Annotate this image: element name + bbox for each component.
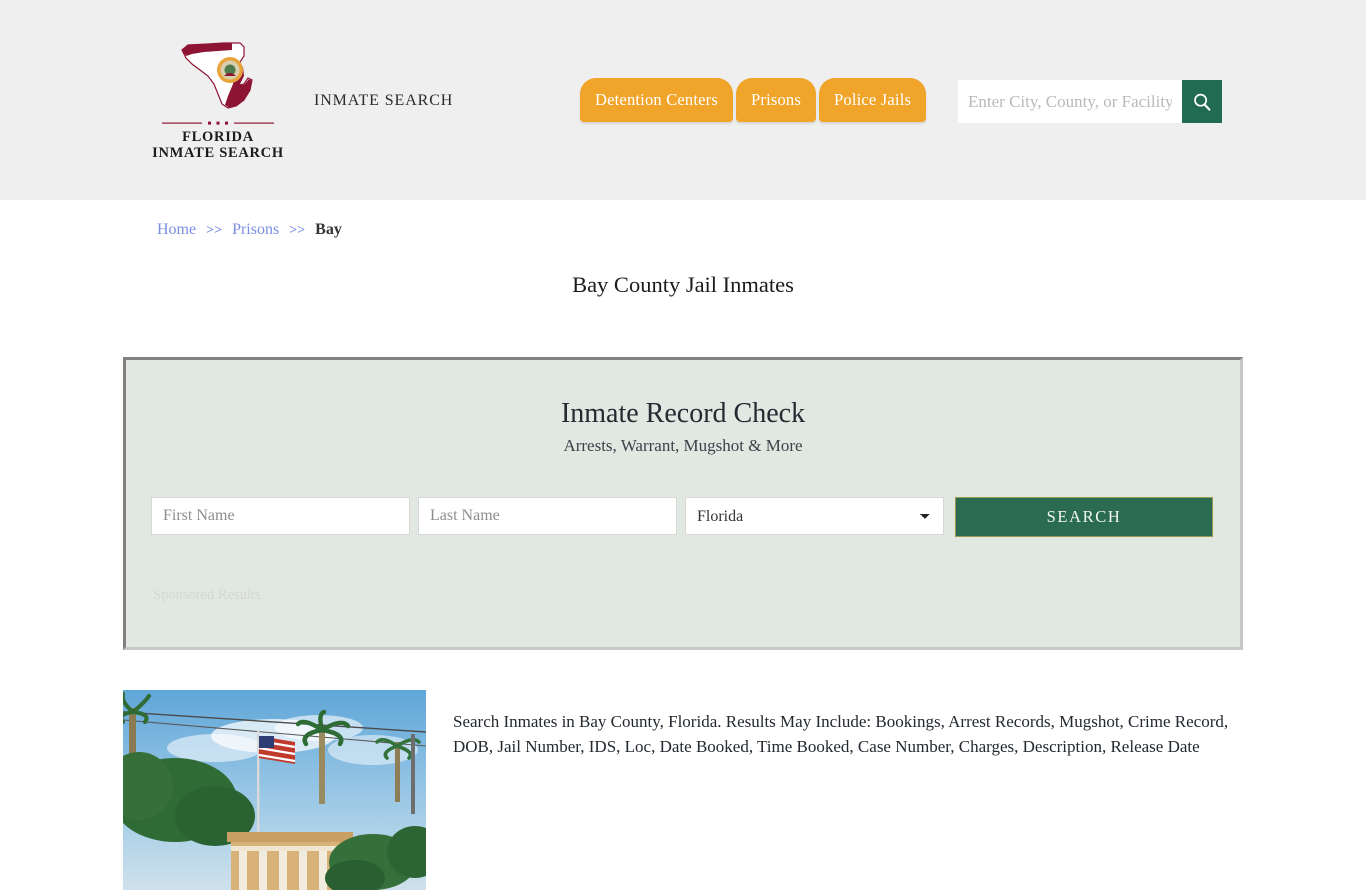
- breadcrumb-separator: >>: [289, 223, 306, 238]
- header-search-button[interactable]: [1182, 80, 1222, 123]
- page-title: Bay County Jail Inmates: [572, 272, 794, 297]
- header-search-bar: [958, 80, 1222, 123]
- facility-description: Search Inmates in Bay County, Florida. R…: [453, 712, 1229, 756]
- header-inner: FLORIDA INMATE SEARCH INMATE SEARCH Dete…: [0, 0, 1366, 200]
- brand-divider-icon: [162, 121, 274, 125]
- breadcrumb-item-home[interactable]: Home: [157, 221, 196, 238]
- header-tagline: INMATE SEARCH: [314, 92, 454, 109]
- breadcrumb-item-prisons[interactable]: Prisons: [232, 221, 279, 238]
- florida-state-outline-icon: [181, 42, 253, 109]
- sponsored-results-label: Sponsored Results: [153, 587, 261, 603]
- jail-building-photo-icon: [123, 690, 426, 890]
- tab-prisons[interactable]: Prisons: [736, 78, 816, 122]
- search-icon: [1194, 93, 1211, 111]
- record-search-button[interactable]: SEARCH: [955, 497, 1213, 537]
- breadcrumb: Home >> Prisons >> Bay: [157, 221, 342, 239]
- inmate-record-check-panel: Inmate Record Check Arrests, Warrant, Mu…: [123, 357, 1243, 650]
- tab-detention-centers[interactable]: Detention Centers: [580, 78, 733, 122]
- header-search-input[interactable]: [958, 80, 1182, 123]
- last-name-input[interactable]: [418, 497, 677, 535]
- breadcrumb-separator: >>: [206, 223, 223, 238]
- facility-content-row: Search Inmates in Bay County, Florida. R…: [123, 690, 1243, 890]
- state-select[interactable]: Florida: [685, 497, 944, 535]
- breadcrumb-item-current: Bay: [315, 221, 342, 238]
- tab-police-jails[interactable]: Police Jails: [819, 78, 927, 122]
- brand-name-line2: INMATE SEARCH: [152, 145, 284, 161]
- record-check-subtitle: Arrests, Warrant, Mugshot & More: [563, 435, 803, 455]
- record-check-title: Inmate Record Check: [560, 398, 806, 429]
- facility-photo: [123, 690, 426, 890]
- inmate-record-search-form: Florida SEARCH: [151, 497, 1215, 537]
- site-logo[interactable]: FLORIDA INMATE SEARCH: [148, 34, 288, 161]
- site-header: FLORIDA INMATE SEARCH INMATE SEARCH Dete…: [0, 0, 1366, 200]
- brand-name-line1: FLORIDA: [182, 129, 254, 145]
- primary-navigation: Detention Centers Prisons Police Jails: [580, 78, 927, 124]
- first-name-input[interactable]: [151, 497, 410, 535]
